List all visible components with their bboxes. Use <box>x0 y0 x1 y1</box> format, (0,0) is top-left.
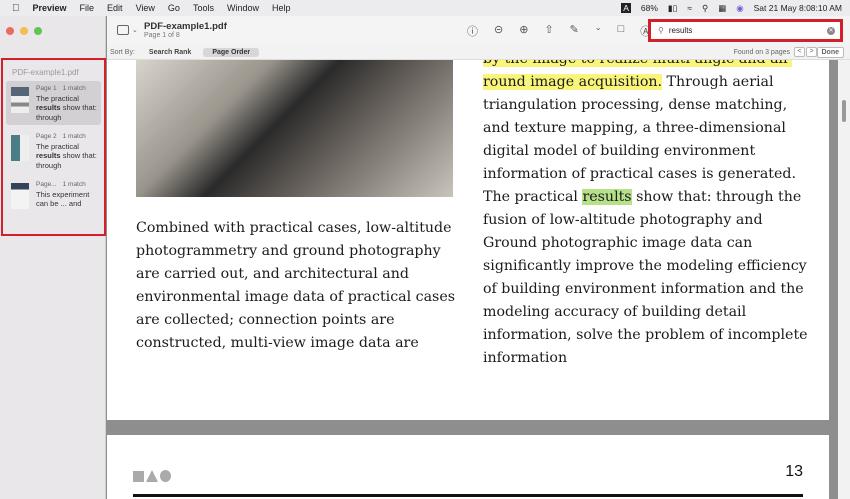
result-count: 1 match <box>62 133 86 140</box>
share-icon[interactable]: ⇧ <box>544 23 553 39</box>
zoom-in-icon[interactable]: ⊕ <box>519 23 528 39</box>
scrollbar[interactable] <box>838 60 850 499</box>
search-icon: ⚲ <box>658 26 664 35</box>
body-text: Through aerial triangulation processing,… <box>483 74 796 205</box>
previous-match-button[interactable]: < <box>794 47 805 57</box>
menu-go[interactable]: Go <box>168 3 180 13</box>
sidebar-toggle-icon[interactable] <box>117 25 129 35</box>
pdf-page: 13 <box>107 435 829 499</box>
input-source-icon[interactable]: A <box>621 3 631 13</box>
zoom-out-icon[interactable]: ⊝ <box>494 23 503 39</box>
battery-percent: 68% <box>640 3 658 13</box>
apple-icon[interactable]:  <box>12 3 20 14</box>
page-thumbnail <box>11 87 29 113</box>
clock[interactable]: Sat 21 May 8:08:10 AM <box>754 3 842 13</box>
search-match-highlight: results <box>582 189 632 205</box>
done-button[interactable]: Done <box>816 47 844 58</box>
next-match-button[interactable]: > <box>806 47 817 57</box>
sort-search-rank[interactable]: Search Rank <box>149 49 191 56</box>
wifi-icon[interactable]: ≈ <box>687 3 692 13</box>
search-result-item[interactable]: Page... 1 match This experiment can be ..… <box>6 177 101 221</box>
search-input[interactable]: results <box>669 26 693 35</box>
result-page: Page... <box>36 181 57 188</box>
results-doc-title: PDF-example1.pdf <box>12 68 79 77</box>
chevron-down-icon[interactable]: ⌄ <box>132 26 138 34</box>
spotlight-icon[interactable]: ⚲ <box>702 3 708 14</box>
search-results-list: PDF-example1.pdf Page 1 1 match The pract… <box>1 58 106 236</box>
photo-image <box>136 60 453 197</box>
toolbar: ⌄ PDF-example1.pdf Page 1 of 8 ⓘ ⊝ ⊕ ⇧ ✎… <box>107 16 850 45</box>
result-page: Page 1 <box>36 85 57 92</box>
page-thumbnail <box>11 183 29 209</box>
found-count: Found on 3 pages <box>733 48 790 56</box>
sort-bar: Sort By: Search Rank Page Order Found on… <box>107 45 850 60</box>
rotate-icon[interactable]: □ <box>618 23 625 39</box>
logo-shapes-icon <box>133 470 171 482</box>
result-count: 1 match <box>62 85 86 92</box>
clear-search-icon[interactable]: ✕ <box>827 26 835 35</box>
sort-page-order[interactable]: Page Order <box>203 47 260 57</box>
menu-view[interactable]: View <box>136 3 155 13</box>
chevron-down-icon[interactable]: ⌄ <box>595 23 602 39</box>
menu-app[interactable]: Preview <box>33 3 67 13</box>
scrollbar-thumb[interactable] <box>842 100 846 122</box>
body-text: show that: through the fusion of low-alt… <box>483 189 808 366</box>
menu-window[interactable]: Window <box>227 3 259 13</box>
siri-icon[interactable]: ◉ <box>736 3 743 14</box>
sidebar: PDF-example1.pdf Page 1 1 match The pract… <box>0 16 106 499</box>
sort-label: Sort By: <box>110 48 135 56</box>
window-controls <box>6 27 42 35</box>
markup-pen-icon[interactable]: ✎ <box>570 23 579 39</box>
pdf-page: Combined with practical cases, low-altit… <box>107 60 829 420</box>
text-column-left: Combined with practical cases, low-altit… <box>136 220 456 351</box>
result-snippet: The practical <box>36 93 79 103</box>
divider <box>133 494 803 497</box>
zoom-button[interactable] <box>34 27 42 35</box>
menu-edit[interactable]: Edit <box>107 3 123 13</box>
page-number: 13 <box>785 463 803 480</box>
page-indicator: Page 1 of 8 <box>144 32 180 39</box>
document-title: PDF-example1.pdf <box>144 21 227 32</box>
search-result-item[interactable]: Page 11 match The practical results show… <box>6 81 101 125</box>
battery-icon[interactable]: ▮▯ <box>668 3 677 14</box>
menu-tools[interactable]: Tools <box>193 3 214 13</box>
control-center-icon[interactable]: ▦ <box>718 3 726 14</box>
info-icon[interactable]: ⓘ <box>467 23 478 39</box>
menu-file[interactable]: File <box>80 3 95 13</box>
result-match: results <box>36 103 61 112</box>
result-page: Page 2 <box>36 133 57 140</box>
close-button[interactable] <box>6 27 14 35</box>
search-field[interactable]: ⚲ results ✕ <box>648 19 843 42</box>
text-column-right: by the image to realize multi-angle and … <box>483 60 813 370</box>
result-match: results <box>36 151 61 160</box>
result-snippet: This experiment can be ... and <box>36 189 90 209</box>
menu-help[interactable]: Help <box>272 3 291 13</box>
menu-bar:  Preview File Edit View Go Tools Window… <box>0 0 850 16</box>
result-count: 1 match <box>62 181 86 188</box>
search-result-item[interactable]: Page 21 match The practical results show… <box>6 129 101 173</box>
page-thumbnail <box>11 135 29 161</box>
result-snippet: The practical <box>36 141 79 151</box>
minimize-button[interactable] <box>20 27 28 35</box>
